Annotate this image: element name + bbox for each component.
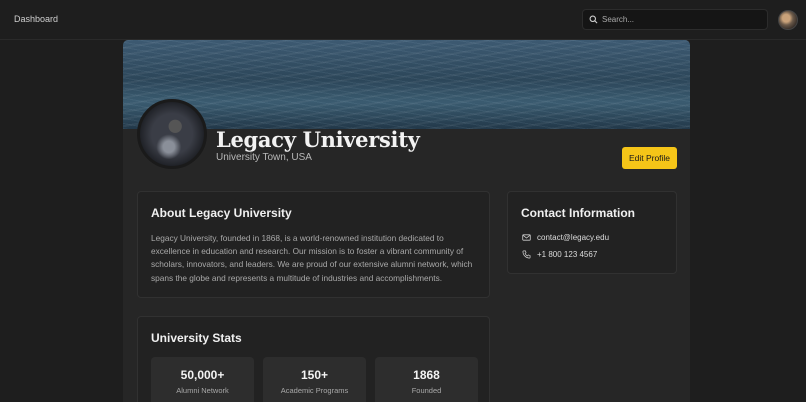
top-bar: Dashboard [0, 0, 806, 40]
stat-card: 150+ Academic Programs [263, 357, 366, 402]
phone-icon [522, 250, 531, 259]
stats-panel: University Stats 50,000+ Alumni Network … [137, 316, 490, 402]
edit-profile-button[interactable]: Edit Profile [622, 147, 677, 169]
about-text: Legacy University, founded in 1868, is a… [151, 233, 473, 283]
profile-name: Legacy University [216, 127, 420, 152]
stats-title: University Stats [151, 331, 242, 345]
about-title: About Legacy University [151, 206, 292, 220]
search-box[interactable] [582, 9, 768, 30]
stat-card: 50,000+ Alumni Network [151, 357, 254, 402]
stat-label: Alumni Network [176, 386, 229, 395]
contact-email[interactable]: contact@legacy.edu [537, 233, 609, 242]
user-avatar[interactable] [778, 10, 798, 30]
nav-dashboard-link[interactable]: Dashboard [14, 14, 58, 24]
cover-banner-image [123, 40, 690, 129]
contact-email-row[interactable]: contact@legacy.edu [522, 233, 609, 242]
contact-panel: Contact Information contact@legacy.edu +… [507, 191, 677, 274]
stat-value: 50,000+ [180, 368, 225, 382]
about-panel: About Legacy University Legacy Universit… [137, 191, 490, 298]
contact-phone[interactable]: +1 800 123 4567 [537, 250, 597, 259]
contact-title: Contact Information [521, 206, 635, 220]
profile-card: Legacy University University Town, USA E… [123, 40, 690, 402]
stat-value: 150+ [300, 368, 329, 382]
profile-location: University Town, USA [216, 152, 312, 163]
stat-value: 1868 [413, 368, 440, 382]
stat-card: 1868 Founded [375, 357, 478, 402]
search-input[interactable] [602, 15, 762, 24]
mail-icon [522, 234, 531, 241]
stat-label: Academic Programs [280, 386, 349, 395]
stat-label: Founded [411, 386, 442, 395]
profile-picture [137, 99, 207, 169]
search-icon [589, 15, 598, 24]
contact-phone-row[interactable]: +1 800 123 4567 [522, 250, 597, 259]
